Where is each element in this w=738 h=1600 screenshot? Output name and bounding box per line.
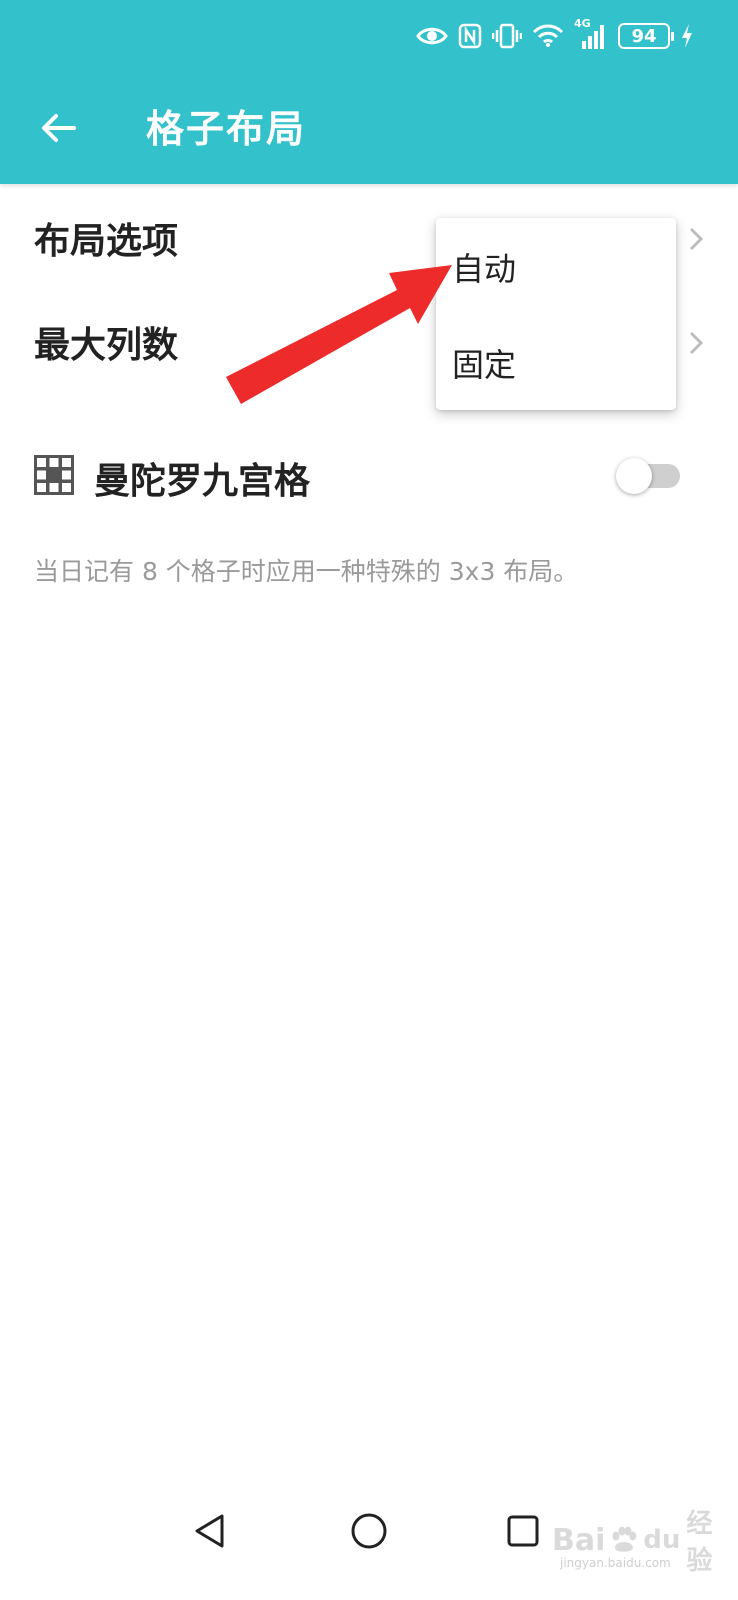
- watermark-brand-suffix: du: [643, 1525, 681, 1555]
- back-arrow-icon: [42, 114, 76, 142]
- eye-comfort-icon: [416, 27, 448, 45]
- watermark-product: 经验: [686, 1509, 713, 1576]
- recents-square-icon: [507, 1515, 539, 1547]
- max-columns-label: 最大列数: [34, 325, 179, 366]
- mandala-description: 当日记有 8 个格子时应用一种特殊的 3x3 布局。: [34, 557, 579, 586]
- cellular-signal-icon: 4G: [574, 17, 608, 51]
- popup-option-fixed[interactable]: 固定: [452, 340, 516, 386]
- watermark-brand: Bai: [552, 1522, 606, 1558]
- baidu-watermark: Bai du 经验 jingyan.baidu.com: [552, 1509, 738, 1576]
- grid-icon: [34, 455, 74, 495]
- mandala-toggle-switch[interactable]: [616, 458, 680, 494]
- wifi-icon: [532, 24, 564, 47]
- popup-option-auto[interactable]: 自动: [452, 244, 516, 290]
- mandala-grid-row[interactable]: 曼陀罗九宫格: [0, 420, 738, 530]
- back-triangle-icon: [195, 1514, 224, 1548]
- chevron-right-icon: [689, 331, 704, 355]
- layout-option-popup-menu: 自动 固定: [436, 218, 676, 410]
- vibrate-icon: [492, 23, 522, 49]
- nav-back-button[interactable]: [184, 1506, 234, 1556]
- chevron-right-icon: [689, 227, 704, 251]
- nav-recents-button[interactable]: [498, 1506, 548, 1556]
- battery-level: 94: [631, 25, 657, 47]
- layout-option-label: 布局选项: [34, 221, 179, 262]
- nav-home-button[interactable]: [344, 1506, 394, 1556]
- battery-icon: 94: [618, 23, 674, 49]
- home-circle-icon: [351, 1513, 387, 1549]
- switch-knob: [616, 458, 652, 494]
- charging-icon: [682, 24, 692, 48]
- app-bar: 4G 94 格子布局: [0, 0, 738, 184]
- status-bar: 4G 94: [416, 17, 694, 54]
- paw-icon: [612, 1526, 637, 1552]
- nfc-icon: [458, 23, 482, 49]
- back-button[interactable]: [36, 106, 80, 150]
- mandala-grid-label: 曼陀罗九宫格: [94, 461, 311, 502]
- page-title: 格子布局: [146, 107, 307, 151]
- watermark-url: jingyan.baidu.com: [560, 1556, 671, 1570]
